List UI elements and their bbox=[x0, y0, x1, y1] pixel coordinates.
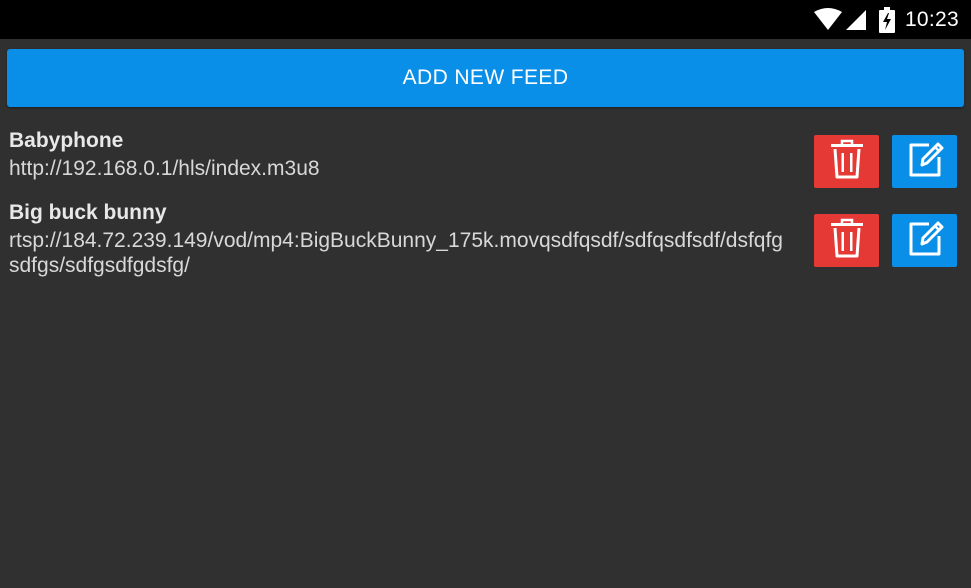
feed-text: Big buck bunny rtsp://184.72.239.149/vod… bbox=[9, 198, 789, 278]
feed-name: Babyphone bbox=[9, 129, 124, 152]
feed-name: Big buck bunny bbox=[9, 201, 167, 224]
trash-icon bbox=[828, 218, 866, 263]
trash-icon bbox=[828, 139, 866, 184]
status-bar: 10:23 bbox=[0, 0, 971, 39]
battery-charging-icon bbox=[878, 6, 895, 33]
add-new-feed-button[interactable]: ADD NEW FEED bbox=[7, 49, 964, 107]
wifi-icon bbox=[813, 7, 843, 32]
edit-icon bbox=[905, 218, 945, 263]
feed-url: rtsp://184.72.239.149/vod/mp4:BigBuckBun… bbox=[9, 229, 783, 277]
feed-url: http://192.168.0.1/hls/index.m3u8 bbox=[9, 157, 320, 180]
edit-feed-button[interactable] bbox=[892, 135, 957, 188]
feed-item[interactable]: Babyphone http://192.168.0.1/hls/index.m… bbox=[0, 126, 971, 206]
delete-feed-button[interactable] bbox=[814, 135, 879, 188]
cell-signal-icon bbox=[845, 9, 867, 31]
status-bar-right: 10:23 bbox=[813, 0, 959, 39]
feed-list: Babyphone http://192.168.0.1/hls/index.m… bbox=[0, 126, 971, 306]
edit-feed-button[interactable] bbox=[892, 214, 957, 267]
delete-feed-button[interactable] bbox=[814, 214, 879, 267]
status-time: 10:23 bbox=[904, 7, 959, 31]
feed-item[interactable]: Big buck bunny rtsp://184.72.239.149/vod… bbox=[0, 201, 971, 306]
feed-text: Babyphone http://192.168.0.1/hls/index.m… bbox=[9, 126, 789, 181]
edit-icon bbox=[905, 139, 945, 184]
